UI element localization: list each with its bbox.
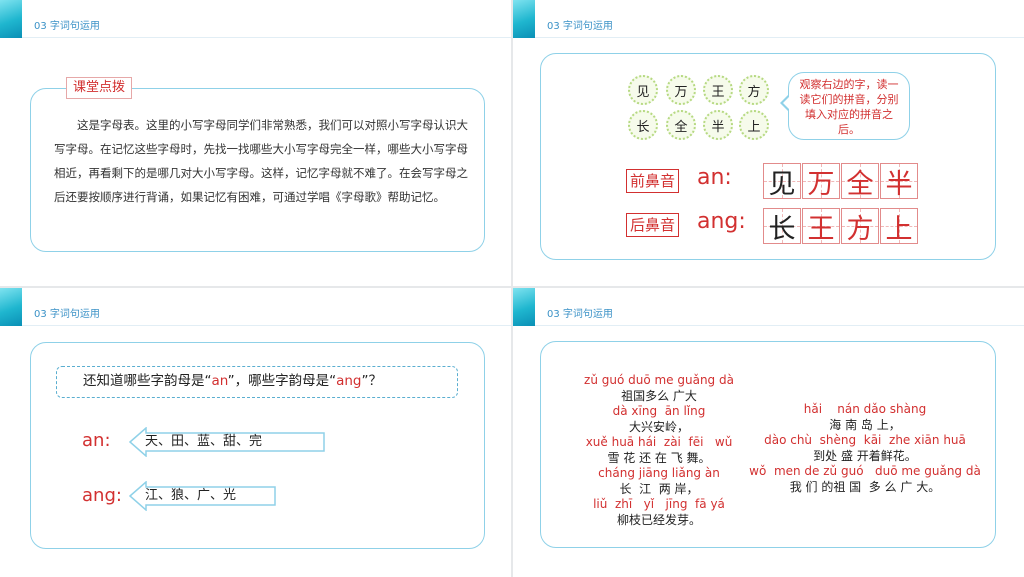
hanzi-line: 柳枝已经发芽。 [616, 513, 701, 527]
slide-2: 03 字词句运用 见 万 王 方 长 全 半 上 观察右边的字，读一读它们的拼音… [513, 0, 1024, 286]
slide-3: 03 字词句运用 还知道哪些字韵母是“an”，哪些字韵母是“ang”？ an: … [0, 288, 511, 577]
question-box: 还知道哪些字韵母是“an”，哪些字韵母是“ang”？ [56, 366, 458, 398]
slide-1: 03 字词句运用 课堂点拨 这是字母表。这里的小写字母同学们非常熟悉，我们可以对… [0, 0, 511, 286]
grid-cell: 方 [841, 208, 879, 245]
hanzi-line: 长 江 两 岸， [619, 482, 699, 496]
section-header: 03 字词句运用 [547, 21, 613, 32]
header-accent [0, 288, 22, 326]
grid-cell: 万 [802, 163, 840, 200]
front-nasal-label: 前鼻音 [626, 169, 680, 193]
ang-pinyin: ang: [697, 209, 746, 234]
question-an: an [211, 373, 228, 389]
ang-label: ang: [82, 485, 122, 506]
grid-char: 半 [885, 168, 913, 200]
question-text: ”？ [361, 373, 383, 389]
header-accent [513, 0, 535, 38]
explanation-paragraph: 这是字母表。这里的小写字母同学们非常熟悉，我们可以对照小写字母认识大写字母。在记… [54, 118, 468, 204]
hanzi-line: 海 南 岛 上， [829, 418, 901, 432]
pinyin-line: xuě huā hái zài fēi wǔ [585, 435, 733, 449]
question-text: 还知道哪些字韵母是“ [83, 373, 212, 389]
pinyin-line: cháng jiāng liǎng àn [598, 466, 720, 480]
grid-char: 方 [846, 213, 874, 245]
an-char-grid: 见 万 全 半 [763, 163, 919, 200]
an-pinyin: an: [697, 165, 732, 190]
grid-cell: 王 [802, 208, 840, 245]
hanzi-line: 祖国多么 广大 [621, 389, 697, 403]
hanzi-line: 雪 花 还 在 飞 舞。 [607, 451, 711, 465]
ang-words-arrow: 江、狼、广、光 [129, 481, 276, 511]
instruction-bubble: 观察右边的字，读一读它们的拼音，分别填入对应的拼音之后。 [780, 72, 910, 140]
slide-4: 03 字词句运用 zǔ guó duō me guǎng dà 祖国多么 广大 … [513, 288, 1024, 577]
hanzi-line: 大兴安岭， [628, 420, 689, 434]
back-nasal-label: 后鼻音 [626, 213, 680, 237]
pinyin-line: zǔ guó duō me guǎng dà [584, 373, 734, 387]
an-label: an: [82, 430, 111, 451]
header-accent [0, 0, 22, 38]
char-circle: 见 [628, 75, 658, 105]
grid-cell: 见 [763, 163, 801, 200]
question-text: ”，哪些字韵母是“ [227, 373, 337, 389]
an-words: 天、田、蓝、甜、完 [145, 434, 263, 449]
question-ang: ang [336, 373, 362, 389]
hanzi-line: 我 们 的祖 国 多 么 广 大。 [789, 480, 941, 494]
header-divider [535, 325, 1024, 326]
poem-right-column: hǎi nán dǎo shàng 海 南 岛 上， dào chù shèng… [745, 402, 985, 495]
char-circle: 长 [628, 110, 658, 140]
grid-cell: 全 [841, 163, 879, 200]
pinyin-line: dào chù shèng kāi zhe xiān huā [764, 433, 966, 447]
grid-char: 长 [768, 213, 796, 245]
ang-words: 江、狼、广、光 [145, 488, 237, 503]
grid-char: 王 [807, 213, 835, 245]
header-accent [513, 288, 535, 326]
header-divider [535, 37, 1024, 38]
char-circle: 上 [739, 110, 769, 140]
hanzi-line: 到处 盛 开着鲜花。 [813, 449, 917, 463]
char-circle: 王 [703, 75, 733, 105]
grid-char: 上 [885, 213, 913, 245]
char-circle: 半 [703, 110, 733, 140]
ang-char-grid: 长 王 方 上 [763, 208, 919, 245]
grid-cell: 半 [880, 163, 918, 200]
pinyin-line: dà xīng ān lǐng [612, 404, 706, 418]
pinyin-line: liǔ zhī yǐ jīng fā yá [593, 497, 725, 511]
header-divider [22, 37, 511, 38]
char-circle: 全 [666, 110, 696, 140]
section-header: 03 字词句运用 [547, 309, 613, 320]
grid-char: 见 [768, 168, 796, 200]
char-circle: 万 [666, 75, 696, 105]
poem-left-column: zǔ guó duō me guǎng dà 祖国多么 广大 dà xīng ā… [559, 373, 759, 528]
section-header: 03 字词句运用 [34, 21, 100, 32]
char-circle: 方 [739, 75, 769, 105]
lesson-tip-tag: 课堂点拨 [66, 77, 133, 99]
pinyin-line: hǎi nán dǎo shàng [803, 402, 927, 416]
grid-cell: 长 [763, 208, 801, 245]
grid-char: 万 [807, 168, 835, 200]
grid-cell: 上 [880, 208, 918, 245]
grid-char: 全 [846, 168, 874, 200]
an-words-arrow: 天、田、蓝、甜、完 [129, 427, 325, 457]
header-divider [22, 325, 511, 326]
pinyin-line: wǒ men de zǔ guó duō me guǎng dà [749, 464, 981, 478]
section-header: 03 字词句运用 [34, 309, 100, 320]
